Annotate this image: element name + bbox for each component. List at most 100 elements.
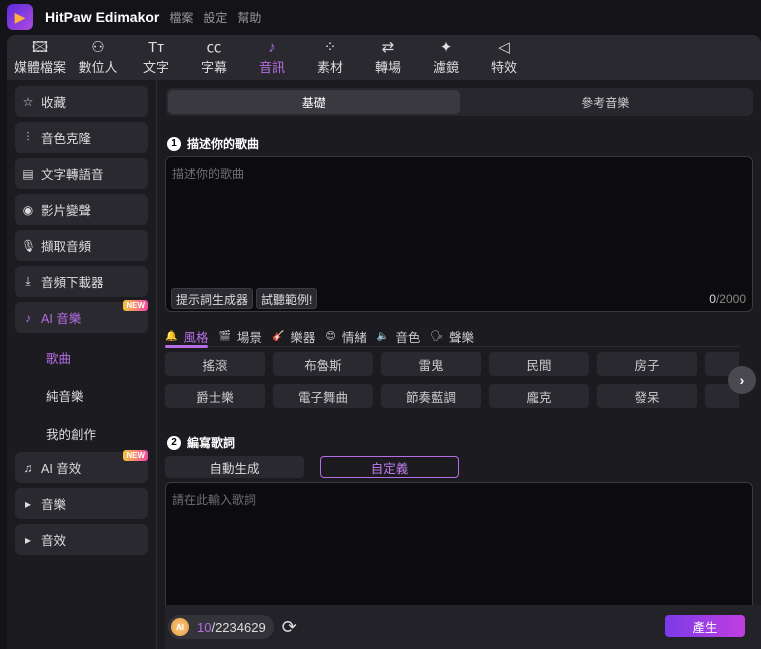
credits-total: /2234629 [211,619,266,635]
avatar-add-icon: ⚇ [91,39,105,56]
tool-effects[interactable]: ◁ 特效 [475,35,533,80]
lyrics-heading: 2 編寫歌詞 [167,434,235,451]
tab-label: 音色 [395,330,421,345]
try-example-button[interactable]: 試聽範例! [256,288,318,309]
tool-text[interactable]: Tт 文字 [127,35,185,80]
app-logo-icon: ▶ [7,4,33,30]
ai-sfx-icon: ♫ [23,460,33,475]
tool-label: 音訊 [258,60,285,75]
lyrics-mode: 自動生成 自定義 [165,456,459,478]
tool-audio[interactable]: ♪ 音訊 [243,35,301,80]
sidebar-item-favorites[interactable]: ☆ 收藏 [15,86,148,117]
tab-scene[interactable]: 🎬 場景 [218,325,261,347]
style-chip[interactable]: 龐克 [489,384,589,408]
caret-right-icon: ▸ [24,496,32,511]
sidebar-item-ai-music[interactable]: ♪ AI 音樂 NEW [15,300,148,333]
style-chip[interactable]: 雷鬼 [381,352,481,376]
placeholder: 請在此輸入歌詞 [172,493,257,507]
lyrics-input[interactable]: 請在此輸入歌詞 [165,482,753,612]
lyrics-custom-button[interactable]: 自定義 [320,456,459,478]
tab-basic[interactable]: 基礎 [168,90,460,114]
tool-label: 素材 [316,60,343,75]
tab-mood[interactable]: 😊 情緒 [325,325,366,347]
style-chip[interactable]: 電子舞曲 [273,384,373,408]
sidebar-sub-song[interactable]: 歌曲 [15,338,148,376]
sidebar-item-tts[interactable]: ▤ 文字轉語音 [15,158,148,189]
tab-reference-music[interactable]: 參考音樂 [460,90,752,114]
style-chip[interactable]: 節奏藍調 [381,384,481,408]
tab-label: 樂器 [290,330,316,345]
section-title: 描述你的歌曲 [187,137,260,151]
tool-avatar[interactable]: ⚇ 數位人 [69,35,127,80]
menu-settings[interactable]: 設定 [203,9,227,26]
refresh-icon[interactable]: ⟳ [282,617,297,638]
sidebar-item-label: AI 音樂 [41,312,82,326]
text-icon: Tт [147,39,165,56]
section-title: 編寫歌詞 [187,436,236,450]
generate-button[interactable]: 產生 [665,615,745,637]
sidebar-item-sfx[interactable]: ▸ 音效 [15,524,148,555]
tool-media[interactable]: 🖾 媒體檔案 [11,35,69,80]
title-bar: ▶ HitPaw Edimakor 檔案 設定 幫助 [0,0,761,34]
tab-genre[interactable]: 🔔 風格 [165,325,209,348]
sidebar-item-label: 影片變聲 [41,204,92,218]
sidebar-item-music[interactable]: ▸ 音樂 [15,488,148,519]
mode-segment: 基礎 參考音樂 [166,88,753,116]
tab-instrument[interactable]: 🎸 樂器 [272,325,315,347]
describe-heading: 1 描述你的歌曲 [167,135,259,152]
tool-label: 媒體檔案 [13,60,66,75]
footer-bar: AI 10/2234629 ⟳ 產生 [165,605,761,649]
tab-label: 情緒 [341,330,367,345]
media-icon: 🖾 [31,39,49,56]
microphone-icon: 🎙 [21,238,37,253]
tool-assets[interactable]: ⁘ 素材 [301,35,359,80]
effects-icon: ◁ [498,39,510,56]
prompt-generator-button[interactable]: 提示詞生成器 [171,288,254,309]
sidebar-item-label: 音頻下載器 [41,276,104,290]
smiley-icon: 😊 [325,330,336,342]
waveform-icon: ⫶ [26,130,30,144]
speaker-icon: 🔈 [376,330,390,342]
tool-filter[interactable]: ✦ 濾鏡 [417,35,475,80]
char-count: 0/2000 [709,292,746,306]
sidebar-item-label: 音效 [41,534,67,548]
ai-music-icon: ♪ [25,310,31,325]
ai-coin-icon: AI [171,618,189,636]
sidebar-sub-instrumental[interactable]: 純音樂 [15,376,148,414]
style-chip[interactable]: 爵士樂 [165,384,265,408]
tab-vocals[interactable]: 🗣 聲樂 [430,325,474,347]
style-chip[interactable]: 房子 [597,352,697,376]
style-chip[interactable]: 搖滾 [165,352,265,376]
sidebar-item-audio-downloader[interactable]: ⤓ 音頻下載器 [15,266,148,297]
sidebar-sub-my-creations[interactable]: 我的創作 [15,414,148,452]
tool-transition[interactable]: ⇄ 轉場 [359,35,417,80]
caption-icon: ㏄ [206,39,222,56]
tab-timbre[interactable]: 🔈 音色 [377,325,420,347]
music-note-icon: ♪ [268,39,276,56]
lyrics-auto-button[interactable]: 自動生成 [165,456,304,478]
new-badge: NEW [123,450,148,461]
tool-captions[interactable]: ㏄字幕 [185,35,243,80]
char-count-value: 0 [709,292,716,306]
new-badge: NEW [123,300,148,311]
sidebar-item-ai-sfx[interactable]: ♫ AI 音效 NEW [15,450,148,483]
style-chip[interactable]: 民間 [489,352,589,376]
caret-right-icon: ▸ [24,532,32,547]
style-tabs: 🔔 風格 🎬 場景 🎸 樂器 😊 情緒 🔈 音色 🗣 聲樂 [165,325,739,348]
sidebar-item-extract-audio[interactable]: 🎙 擷取音頻 [15,230,148,261]
app-title: HitPaw Edimakor [45,9,160,25]
style-chip[interactable]: 布魯斯 [273,352,373,376]
credits-display: AI 10/2234629 [168,615,274,639]
song-description-input[interactable]: 描述你的歌曲 提示詞生成器 試聽範例! 0/2000 [165,156,753,312]
download-icon: ⤓ [25,274,31,288]
placeholder: 描述你的歌曲 [172,167,245,181]
voice-changer-icon: ◉ [22,202,34,217]
sidebar-item-label: 音樂 [41,498,67,512]
sidebar-item-voice-clone[interactable]: ⫶ 音色克隆 [15,122,148,153]
sidebar-item-voice-changer[interactable]: ◉ 影片變聲 [15,194,148,225]
menu-file[interactable]: 檔案 [169,9,193,26]
next-arrow-button[interactable]: › [728,366,756,394]
tool-label: 特效 [490,60,517,75]
menu-help[interactable]: 幫助 [237,9,261,26]
style-chip[interactable]: 發呆 [597,384,697,408]
